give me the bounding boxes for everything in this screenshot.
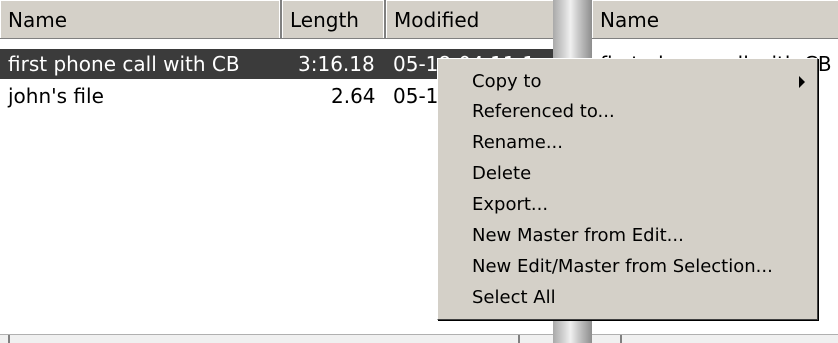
left-list-header: Name Length Modified	[0, 0, 553, 39]
file-length: 2.64	[331, 84, 376, 108]
column-header-length[interactable]: Length	[282, 0, 386, 38]
menu-item-select-all[interactable]: Select All	[438, 283, 817, 313]
left-horizontal-scrollbar[interactable]	[0, 334, 553, 343]
menu-item-label: Select All	[472, 287, 556, 308]
menu-item-referenced-to[interactable]: Referenced to...	[438, 97, 817, 127]
scrollbar-tick	[518, 335, 520, 343]
menu-item-label: Export...	[472, 194, 549, 215]
menu-item-label: Copy to	[472, 71, 542, 92]
menu-item-new-edit-master-from-selection[interactable]: New Edit/Master from Selection...	[438, 252, 817, 282]
column-header-name[interactable]: Name	[592, 0, 838, 38]
column-header-name[interactable]: Name	[0, 0, 282, 38]
menu-item-label: Delete	[472, 163, 532, 184]
right-list-header: Name	[592, 0, 838, 39]
context-menu: Copy to Referenced to... Rename... Delet…	[437, 58, 818, 320]
column-header-modified[interactable]: Modified	[386, 0, 553, 38]
menu-item-delete[interactable]: Delete	[438, 159, 817, 189]
menu-item-rename[interactable]: Rename...	[438, 128, 817, 158]
menu-item-label: New Edit/Master from Selection...	[472, 256, 773, 277]
menu-item-new-master-from-edit[interactable]: New Master from Edit...	[438, 221, 817, 251]
menu-item-copy-to[interactable]: Copy to	[438, 67, 817, 97]
file-name: john's file	[8, 84, 104, 108]
scrollbar-tick	[620, 335, 622, 343]
menu-item-label: Referenced to...	[472, 101, 615, 122]
menu-item-label: Rename...	[472, 132, 563, 153]
submenu-arrow-icon	[799, 76, 805, 88]
file-length: 3:16.18	[298, 52, 375, 76]
scrollbar-tick	[8, 335, 10, 343]
file-name: first phone call with CB	[8, 52, 240, 76]
menu-item-export[interactable]: Export...	[438, 190, 817, 220]
right-horizontal-scrollbar[interactable]	[592, 334, 838, 343]
menu-item-label: New Master from Edit...	[472, 225, 684, 246]
